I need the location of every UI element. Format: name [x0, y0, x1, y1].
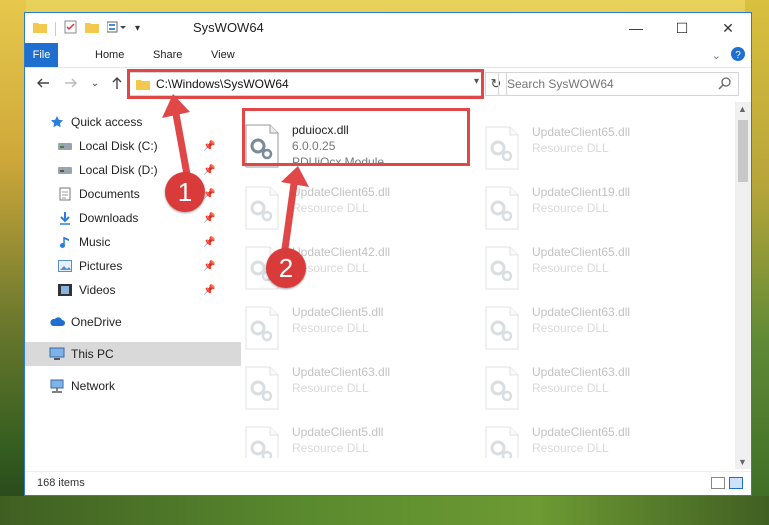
step-1-badge: 1	[165, 172, 205, 212]
step-2-badge: 2	[266, 248, 306, 288]
annotation-arrows	[162, 94, 309, 257]
